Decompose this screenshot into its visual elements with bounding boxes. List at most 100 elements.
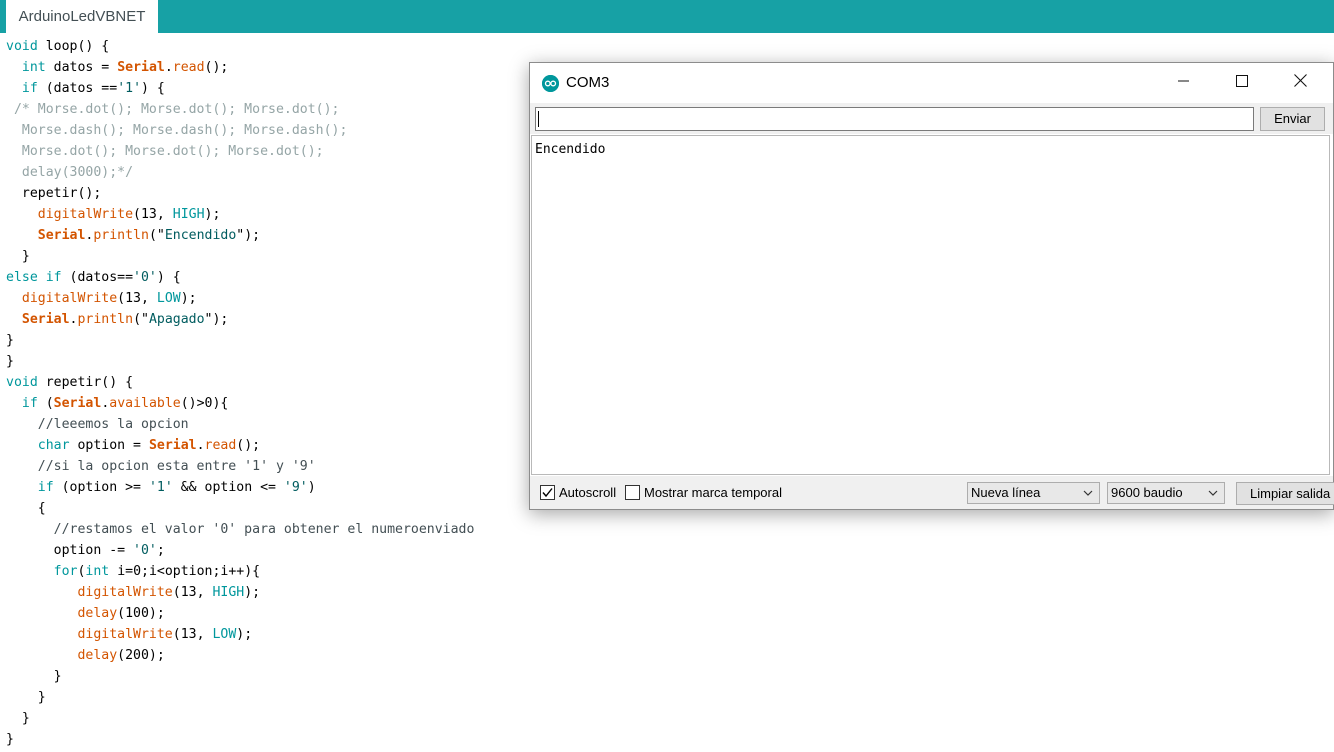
code-line: } (6, 351, 474, 372)
code-token: } (6, 690, 46, 705)
code-token: } (6, 711, 30, 726)
chevron-down-icon (1208, 483, 1218, 511)
sketch-tab[interactable]: ArduinoLedVBNET (6, 0, 158, 33)
minimize-button[interactable] (1155, 63, 1213, 103)
code-line: char option = Serial.read(); (6, 435, 474, 456)
code-token: println (93, 228, 149, 243)
code-token: (option >= (53, 480, 149, 495)
serial-input[interactable] (535, 107, 1254, 131)
code-token: option = (69, 438, 149, 453)
baud-rate-select[interactable]: 9600 baudio (1107, 482, 1225, 504)
send-row: Enviar (530, 103, 1333, 134)
sketch-tab-bar: ArduinoLedVBNET (0, 0, 1334, 33)
maximize-button[interactable] (1213, 63, 1271, 103)
text-caret (538, 111, 539, 127)
close-button[interactable] (1271, 63, 1329, 103)
code-token: '1' (117, 81, 142, 96)
code-line: delay(100); (6, 603, 474, 624)
code-line: Morse.dash(); Morse.dash(); Morse.dash()… (6, 120, 474, 141)
code-token: HIGH (212, 585, 245, 600)
code-token: HIGH (172, 207, 205, 222)
code-token: repetir(); (6, 186, 102, 201)
arduino-logo-icon (542, 75, 559, 92)
code-line: digitalWrite(13, HIGH); (6, 582, 474, 603)
minimize-icon (1178, 74, 1190, 92)
code-token: //restamos el valor '0' para obtener el … (6, 522, 475, 537)
code-token: (13, (133, 207, 173, 222)
code-token: } (6, 732, 14, 747)
code-token: '0' (133, 543, 157, 558)
line-ending-value: Nueva línea (971, 485, 1041, 500)
code-token: "); (236, 228, 261, 243)
code-token: int (21, 60, 46, 75)
code-line: if (datos =='1') { (6, 78, 474, 99)
clear-output-button[interactable]: Limpiar salida (1236, 482, 1334, 505)
baud-rate-value: 9600 baudio (1111, 485, 1183, 500)
code-token: ); (244, 585, 261, 600)
window-titlebar[interactable]: COM3 (530, 63, 1333, 103)
code-token: (13, (172, 627, 213, 642)
code-line: } (6, 330, 474, 351)
code-token: (); (204, 60, 229, 75)
code-token: } (6, 249, 30, 264)
code-line: digitalWrite(13, HIGH); (6, 204, 474, 225)
code-token: } (6, 333, 14, 348)
maximize-icon (1236, 74, 1248, 92)
code-token: delay(3000);*/ (6, 165, 134, 180)
code-token: Apagado (148, 312, 205, 327)
code-token: println (77, 312, 134, 327)
send-button[interactable]: Enviar (1260, 107, 1325, 131)
code-line: digitalWrite(13, LOW); (6, 624, 474, 645)
code-token: ; (156, 543, 165, 558)
code-line: if (Serial.available()>0){ (6, 393, 474, 414)
code-token: '0' (133, 270, 157, 285)
code-line: } (6, 666, 474, 687)
code-token: ); (180, 291, 197, 306)
code-token: { (6, 501, 46, 516)
serial-output[interactable]: Encendido (531, 135, 1330, 475)
code-token: loop() { (45, 39, 110, 54)
code-token: Morse.dot(); Morse.dot(); Morse.dot(); (6, 144, 324, 159)
serial-monitor-window: COM3 Enviar Encendido Autoscroll Mostrar… (529, 62, 1334, 510)
code-line: option -= '0'; (6, 540, 474, 561)
code-token: datos = (45, 60, 118, 75)
close-icon (1293, 74, 1307, 92)
code-line: /* Morse.dot(); Morse.dot(); Morse.dot()… (6, 99, 474, 120)
code-line: if (option >= '1' && option <= '9') (6, 477, 474, 498)
code-token: ); (204, 207, 221, 222)
monitor-bottom-bar: Autoscroll Mostrar marca temporal Nueva … (530, 476, 1334, 509)
code-line: //si la opcion esta entre '1' y '9' (6, 456, 474, 477)
code-token: ) { (156, 270, 181, 285)
code-token: (200); (117, 648, 165, 663)
code-line: } (6, 246, 474, 267)
checkmark-icon (542, 488, 553, 498)
timestamp-checkbox[interactable] (625, 485, 640, 500)
code-token: . (196, 438, 205, 453)
code-token: available (109, 396, 181, 411)
line-ending-select[interactable]: Nueva línea (967, 482, 1100, 504)
code-token: //si la opcion esta entre '1' y '9' (6, 459, 316, 474)
window-title: COM3 (566, 74, 610, 91)
code-token: '1' (148, 480, 173, 495)
code-line: for(int i=0;i<option;i++){ (6, 561, 474, 582)
code-token: int (85, 564, 110, 579)
code-token: (" (148, 228, 165, 243)
code-line: delay(200); (6, 645, 474, 666)
code-token: read (204, 438, 237, 453)
code-text[interactable]: void loop() { int datos = Serial.read();… (6, 36, 474, 750)
code-line: Serial.println("Encendido"); (6, 225, 474, 246)
code-token: repetir() { (45, 375, 134, 390)
code-token: delay (77, 648, 118, 663)
code-line: } (6, 729, 474, 750)
code-token: read (172, 60, 205, 75)
code-token: ) { (141, 81, 165, 96)
code-line: void loop() { (6, 36, 474, 57)
autoscroll-checkbox[interactable] (540, 485, 555, 500)
code-token: digitalWrite (77, 585, 173, 600)
